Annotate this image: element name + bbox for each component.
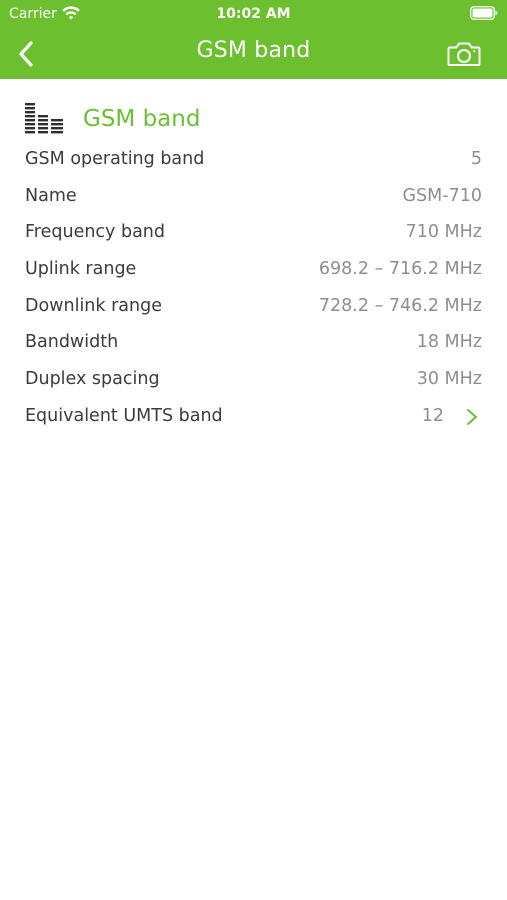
row-equivalent-umts-band[interactable]: Equivalent UMTS band 12 — [0, 398, 507, 435]
chevron-right-icon — [467, 408, 477, 425]
row-gsm-operating-band: GSM operating band 5 — [0, 141, 507, 178]
row-name: Name GSM-710 — [0, 178, 507, 215]
row-value: 698.2 – 716.2 MHz — [318, 259, 482, 280]
row-label: Name — [25, 185, 77, 206]
row-label: Uplink range — [25, 259, 137, 280]
camera-icon — [447, 42, 481, 66]
status-time: 10:02 AM — [216, 6, 291, 22]
row-value: GSM-710 — [402, 185, 483, 206]
row-label: Frequency band — [25, 222, 165, 243]
row-label: GSM operating band — [25, 149, 205, 169]
camera-button[interactable] — [442, 34, 486, 74]
band-details-list: GSM operating band 5 Name GSM-710 Freque… — [0, 141, 507, 435]
row-label: Bandwidth — [25, 332, 119, 353]
signal-bars-icon — [25, 103, 63, 134]
row-frequency-band: Frequency band 710 MHz — [0, 214, 507, 251]
row-duplex-spacing: Duplex spacing 30 MHz — [0, 361, 507, 398]
battery-icon — [470, 6, 498, 20]
row-value: 728.2 – 746.2 MHz — [318, 295, 482, 316]
screen: Carrier 10:02 AM GSM band GSM band GSM o… — [0, 0, 507, 900]
page-title: GSM band — [196, 38, 311, 63]
row-value: 12 — [421, 405, 444, 426]
row-value: 710 MHz — [405, 222, 482, 243]
row-label: Duplex spacing — [25, 369, 160, 390]
row-value: 18 MHz — [416, 332, 482, 353]
status-bar: Carrier 10:02 AM — [0, 0, 507, 28]
navigation-bar: GSM band — [0, 28, 507, 79]
section-header: GSM band — [25, 102, 200, 136]
row-label: Downlink range — [25, 295, 162, 316]
row-downlink-range: Downlink range 728.2 – 746.2 MHz — [0, 288, 507, 325]
row-value: 5 — [470, 149, 482, 169]
row-uplink-range: Uplink range 698.2 – 716.2 MHz — [0, 251, 507, 288]
row-label: Equivalent UMTS band — [25, 405, 223, 426]
row-value: 30 MHz — [416, 369, 482, 390]
section-title: GSM band — [83, 106, 201, 132]
row-bandwidth: Bandwidth 18 MHz — [0, 324, 507, 361]
